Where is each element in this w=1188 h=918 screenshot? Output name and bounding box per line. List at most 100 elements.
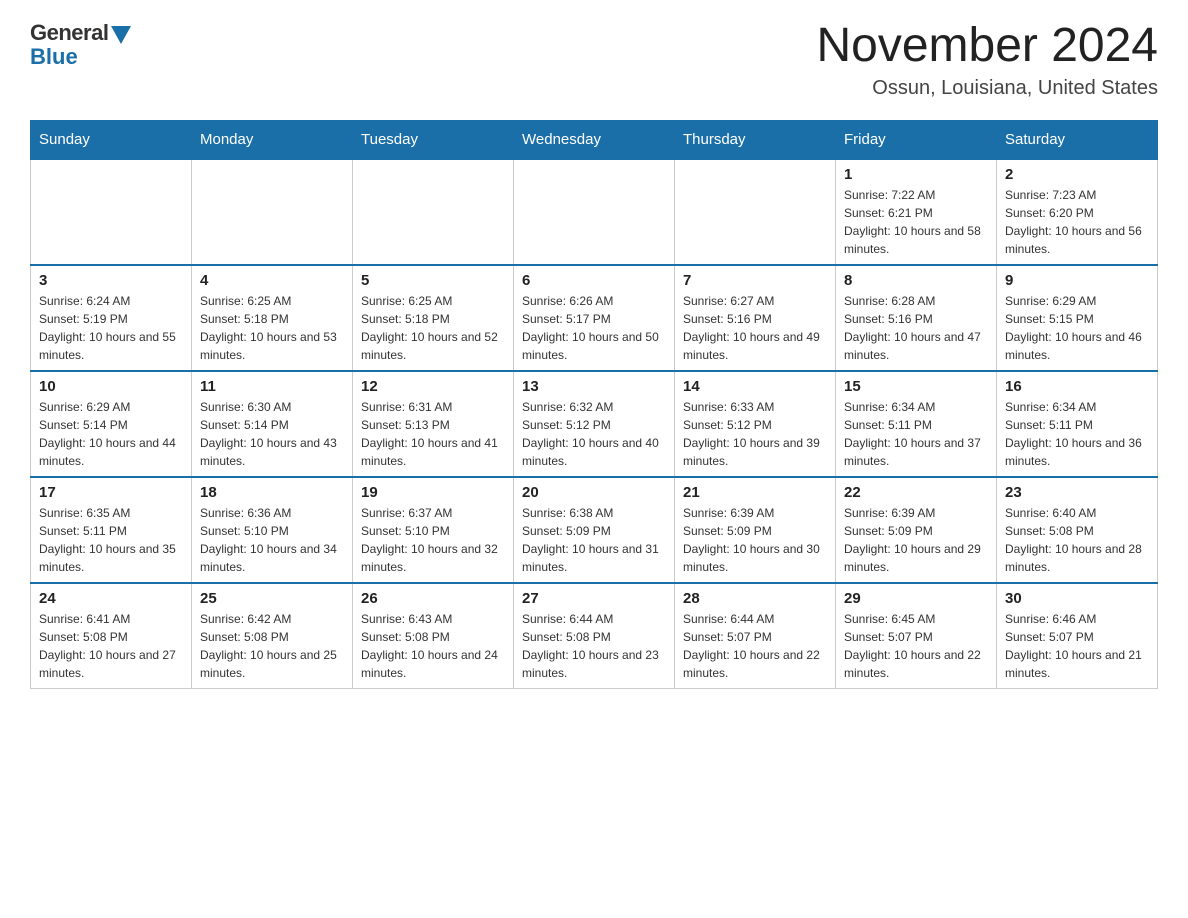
day-number: 2 bbox=[1005, 166, 1149, 183]
calendar-header-row: SundayMondayTuesdayWednesdayThursdayFrid… bbox=[31, 120, 1158, 159]
day-info: Sunrise: 6:38 AMSunset: 5:09 PMDaylight:… bbox=[522, 504, 666, 576]
calendar-cell: 1Sunrise: 7:22 AMSunset: 6:21 PMDaylight… bbox=[836, 159, 997, 265]
day-info: Sunrise: 6:37 AMSunset: 5:10 PMDaylight:… bbox=[361, 504, 505, 576]
day-info: Sunrise: 6:32 AMSunset: 5:12 PMDaylight:… bbox=[522, 398, 666, 470]
day-number: 11 bbox=[200, 378, 344, 395]
day-number: 18 bbox=[200, 484, 344, 501]
day-info: Sunrise: 6:27 AMSunset: 5:16 PMDaylight:… bbox=[683, 292, 827, 364]
calendar-cell: 2 Sunrise: 7:23 AMSunset: 6:20 PMDaylight… bbox=[997, 159, 1158, 265]
calendar-week-row: 24 Sunrise: 6:41 AMSunset: 5:08 PMDayligh… bbox=[31, 583, 1158, 689]
day-info: Sunrise: 6:29 AMSunset: 5:15 PMDaylight:… bbox=[1005, 292, 1149, 364]
calendar-cell: 18 Sunrise: 6:36 AMSunset: 5:10 PMDayligh… bbox=[192, 477, 353, 583]
logo-general-text: General bbox=[30, 20, 108, 46]
calendar-cell: 25 Sunrise: 6:42 AMSunset: 5:08 PMDayligh… bbox=[192, 583, 353, 689]
day-number: 19 bbox=[361, 484, 505, 501]
day-info: Sunrise: 6:28 AMSunset: 5:16 PMDaylight:… bbox=[844, 292, 988, 364]
day-info: Sunrise: 6:24 AMSunset: 5:19 PMDaylight:… bbox=[39, 292, 183, 364]
day-of-week-header: Tuesday bbox=[353, 120, 514, 159]
calendar-cell: 9 Sunrise: 6:29 AMSunset: 5:15 PMDaylight… bbox=[997, 265, 1158, 371]
day-number: 12 bbox=[361, 378, 505, 395]
day-number: 9 bbox=[1005, 272, 1149, 289]
day-number: 8 bbox=[844, 272, 988, 289]
calendar-cell: 15 Sunrise: 6:34 AMSunset: 5:11 PMDayligh… bbox=[836, 371, 997, 477]
day-info: Sunrise: 6:26 AMSunset: 5:17 PMDaylight:… bbox=[522, 292, 666, 364]
calendar-cell: 12Sunrise: 6:31 AMSunset: 5:13 PMDayligh… bbox=[353, 371, 514, 477]
calendar-table: SundayMondayTuesdayWednesdayThursdayFrid… bbox=[30, 120, 1158, 689]
day-info: Sunrise: 6:33 AMSunset: 5:12 PMDaylight:… bbox=[683, 398, 827, 470]
day-number: 26 bbox=[361, 590, 505, 607]
day-info: Sunrise: 6:46 AMSunset: 5:07 PMDaylight:… bbox=[1005, 610, 1149, 682]
day-number: 20 bbox=[522, 484, 666, 501]
day-info: Sunrise: 6:30 AMSunset: 5:14 PMDaylight:… bbox=[200, 398, 344, 470]
calendar-cell bbox=[675, 159, 836, 265]
day-number: 24 bbox=[39, 590, 183, 607]
day-info: Sunrise: 6:41 AMSunset: 5:08 PMDaylight:… bbox=[39, 610, 183, 682]
day-number: 27 bbox=[522, 590, 666, 607]
day-info: Sunrise: 6:34 AMSunset: 5:11 PMDaylight:… bbox=[1005, 398, 1149, 470]
day-number: 28 bbox=[683, 590, 827, 607]
day-number: 29 bbox=[844, 590, 988, 607]
calendar-cell: 5Sunrise: 6:25 AMSunset: 5:18 PMDaylight… bbox=[353, 265, 514, 371]
calendar-cell: 26Sunrise: 6:43 AMSunset: 5:08 PMDayligh… bbox=[353, 583, 514, 689]
calendar-week-row: 1Sunrise: 7:22 AMSunset: 6:21 PMDaylight… bbox=[31, 159, 1158, 265]
calendar-week-row: 10Sunrise: 6:29 AMSunset: 5:14 PMDayligh… bbox=[31, 371, 1158, 477]
day-number: 16 bbox=[1005, 378, 1149, 395]
day-number: 23 bbox=[1005, 484, 1149, 501]
page-header: General Blue November 2024 Ossun, Louisi… bbox=[30, 20, 1158, 100]
day-info: Sunrise: 6:36 AMSunset: 5:10 PMDaylight:… bbox=[200, 504, 344, 576]
day-number: 25 bbox=[200, 590, 344, 607]
calendar-cell bbox=[192, 159, 353, 265]
day-info: Sunrise: 6:39 AMSunset: 5:09 PMDaylight:… bbox=[683, 504, 827, 576]
calendar-cell: 14 Sunrise: 6:33 AMSunset: 5:12 PMDayligh… bbox=[675, 371, 836, 477]
calendar-cell: 17 Sunrise: 6:35 AMSunset: 5:11 PMDayligh… bbox=[31, 477, 192, 583]
calendar-cell: 24 Sunrise: 6:41 AMSunset: 5:08 PMDayligh… bbox=[31, 583, 192, 689]
day-number: 13 bbox=[522, 378, 666, 395]
calendar-cell: 23 Sunrise: 6:40 AMSunset: 5:08 PMDayligh… bbox=[997, 477, 1158, 583]
location-title: Ossun, Louisiana, United States bbox=[816, 77, 1158, 100]
calendar-cell: 16 Sunrise: 6:34 AMSunset: 5:11 PMDayligh… bbox=[997, 371, 1158, 477]
calendar-cell: 8 Sunrise: 6:28 AMSunset: 5:16 PMDaylight… bbox=[836, 265, 997, 371]
day-number: 3 bbox=[39, 272, 183, 289]
calendar-cell: 11 Sunrise: 6:30 AMSunset: 5:14 PMDayligh… bbox=[192, 371, 353, 477]
calendar-cell bbox=[514, 159, 675, 265]
day-of-week-header: Thursday bbox=[675, 120, 836, 159]
day-info: Sunrise: 6:29 AMSunset: 5:14 PMDaylight:… bbox=[39, 398, 183, 470]
calendar-cell: 19 Sunrise: 6:37 AMSunset: 5:10 PMDayligh… bbox=[353, 477, 514, 583]
calendar-week-row: 3 Sunrise: 6:24 AMSunset: 5:19 PMDaylight… bbox=[31, 265, 1158, 371]
day-info: Sunrise: 6:39 AMSunset: 5:09 PMDaylight:… bbox=[844, 504, 988, 576]
day-of-week-header: Wednesday bbox=[514, 120, 675, 159]
calendar-cell bbox=[31, 159, 192, 265]
month-title: November 2024 bbox=[816, 20, 1158, 73]
day-number: 5 bbox=[361, 272, 505, 289]
day-info: Sunrise: 6:34 AMSunset: 5:11 PMDaylight:… bbox=[844, 398, 988, 470]
day-info: Sunrise: 6:35 AMSunset: 5:11 PMDaylight:… bbox=[39, 504, 183, 576]
day-info: Sunrise: 6:44 AMSunset: 5:08 PMDaylight:… bbox=[522, 610, 666, 682]
day-info: Sunrise: 6:40 AMSunset: 5:08 PMDaylight:… bbox=[1005, 504, 1149, 576]
day-info: Sunrise: 7:23 AMSunset: 6:20 PMDaylight:… bbox=[1005, 186, 1149, 258]
day-number: 14 bbox=[683, 378, 827, 395]
logo-blue-text: Blue bbox=[30, 44, 78, 70]
calendar-cell: 20 Sunrise: 6:38 AMSunset: 5:09 PMDayligh… bbox=[514, 477, 675, 583]
day-of-week-header: Sunday bbox=[31, 120, 192, 159]
calendar-cell: 22 Sunrise: 6:39 AMSunset: 5:09 PMDayligh… bbox=[836, 477, 997, 583]
day-number: 15 bbox=[844, 378, 988, 395]
day-number: 22 bbox=[844, 484, 988, 501]
day-number: 17 bbox=[39, 484, 183, 501]
day-info: Sunrise: 6:44 AMSunset: 5:07 PMDaylight:… bbox=[683, 610, 827, 682]
calendar-cell: 3 Sunrise: 6:24 AMSunset: 5:19 PMDaylight… bbox=[31, 265, 192, 371]
day-info: Sunrise: 6:42 AMSunset: 5:08 PMDaylight:… bbox=[200, 610, 344, 682]
logo-arrow-icon bbox=[111, 26, 131, 44]
calendar-week-row: 17 Sunrise: 6:35 AMSunset: 5:11 PMDayligh… bbox=[31, 477, 1158, 583]
day-of-week-header: Saturday bbox=[997, 120, 1158, 159]
title-block: November 2024 Ossun, Louisiana, United S… bbox=[816, 20, 1158, 100]
calendar-cell: 29 Sunrise: 6:45 AMSunset: 5:07 PMDayligh… bbox=[836, 583, 997, 689]
calendar-cell: 13 Sunrise: 6:32 AMSunset: 5:12 PMDayligh… bbox=[514, 371, 675, 477]
day-info: Sunrise: 6:45 AMSunset: 5:07 PMDaylight:… bbox=[844, 610, 988, 682]
calendar-cell: 10Sunrise: 6:29 AMSunset: 5:14 PMDayligh… bbox=[31, 371, 192, 477]
day-number: 7 bbox=[683, 272, 827, 289]
day-number: 4 bbox=[200, 272, 344, 289]
logo: General Blue bbox=[30, 20, 131, 70]
day-number: 30 bbox=[1005, 590, 1149, 607]
calendar-cell: 4Sunrise: 6:25 AMSunset: 5:18 PMDaylight… bbox=[192, 265, 353, 371]
day-info: Sunrise: 7:22 AMSunset: 6:21 PMDaylight:… bbox=[844, 186, 988, 258]
